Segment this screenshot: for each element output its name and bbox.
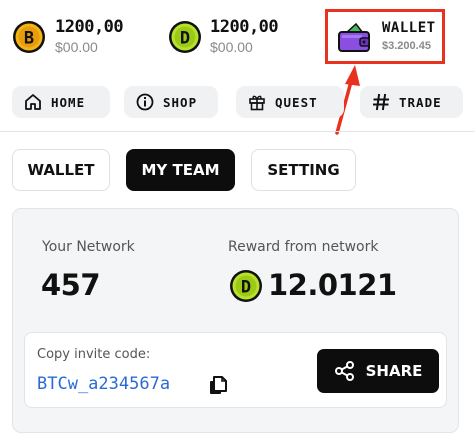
nav-shop-label: SHOP	[163, 94, 198, 110]
header-divider	[0, 131, 475, 132]
d-balance-amount: 1200,00	[210, 17, 279, 37]
nav-trade-button[interactable]: TRADE	[360, 86, 463, 118]
reward-label: Reward from network	[228, 239, 379, 255]
hash-icon	[373, 93, 389, 111]
invite-panel: Copy invite code: BTCw_a234567a SHARE	[24, 332, 447, 408]
b-balance-usd: $00.00	[55, 39, 98, 55]
b-coin-icon: B	[13, 21, 45, 53]
b-balance-amount: 1200,00	[55, 17, 124, 37]
reward-value: 12.0121	[268, 268, 397, 302]
nav-quest-button[interactable]: QUEST	[236, 86, 344, 118]
invite-label: Copy invite code:	[37, 347, 151, 362]
nav-shop-button[interactable]: SHOP	[124, 86, 218, 118]
your-network-label: Your Network	[42, 239, 135, 255]
nav-trade-label: TRADE	[399, 94, 442, 110]
nav-quest-label: QUEST	[275, 94, 318, 110]
wallet-value: $3.200.45	[382, 40, 431, 52]
tab-setting[interactable]: SETTING	[251, 149, 356, 191]
share-button[interactable]: SHARE	[317, 349, 439, 393]
d-coin-icon: D	[169, 21, 201, 53]
info-icon	[136, 93, 154, 111]
nav-home-label: HOME	[51, 94, 86, 110]
reward-coin-letter: D	[241, 278, 251, 298]
b-coin-letter: B	[24, 29, 34, 49]
wallet-button[interactable]: WALLET $3.200.45	[325, 9, 445, 64]
d-balance-usd: $00.00	[210, 39, 253, 55]
d-coin-icon: D	[230, 270, 262, 302]
invite-code[interactable]: BTCw_a234567a	[37, 374, 170, 394]
share-icon	[334, 361, 354, 381]
nav-home-button[interactable]: HOME	[12, 86, 110, 118]
wallet-icon	[338, 22, 370, 52]
copy-icon[interactable]	[207, 375, 229, 397]
home-icon	[25, 94, 41, 110]
wallet-label: WALLET	[382, 20, 436, 36]
your-network-value: 457	[41, 268, 101, 302]
d-coin-letter: D	[180, 29, 190, 49]
tab-my-team[interactable]: MY TEAM	[126, 149, 235, 191]
gift-icon	[249, 95, 265, 111]
tab-wallet[interactable]: WALLET	[12, 149, 110, 191]
share-label: SHARE	[365, 362, 423, 380]
